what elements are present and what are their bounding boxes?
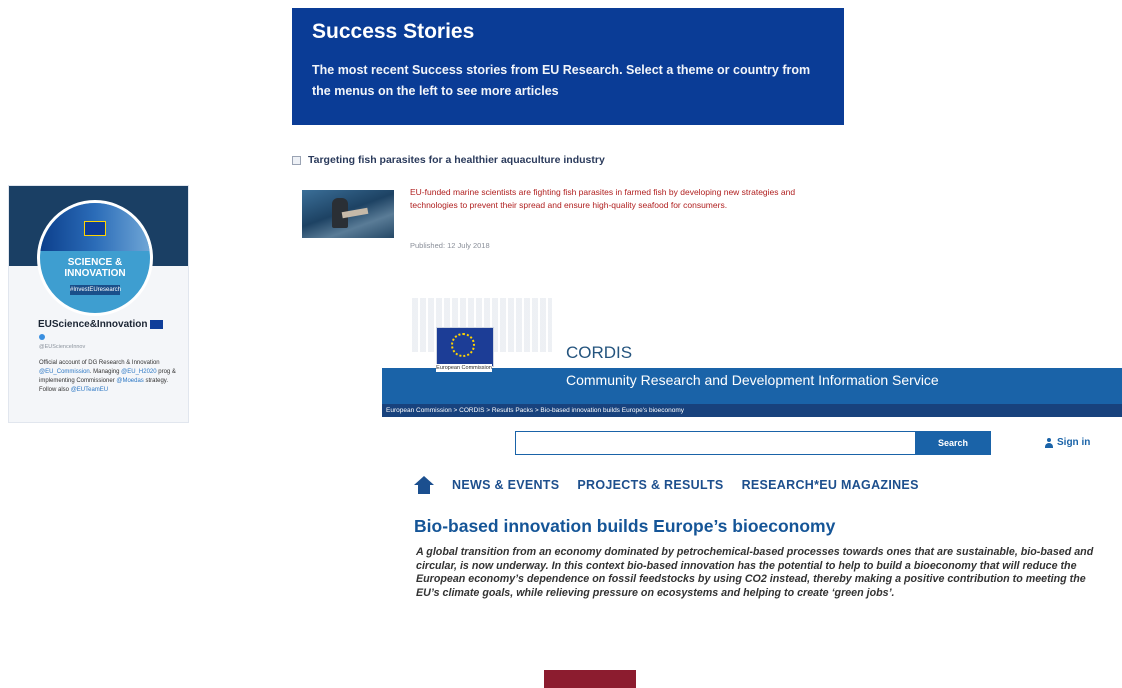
avatar[interactable]: SCIENCE & INNOVATION #InvestEUresearch [37, 200, 153, 316]
article-title-row[interactable]: Targeting fish parasites for a healthier… [292, 154, 605, 166]
twitter-profile-card: SCIENCE & INNOVATION #InvestEUresearch E… [8, 185, 189, 423]
logo-caption: European Commission [436, 364, 492, 372]
article-published-date: Published: 12 July 2018 [410, 241, 490, 250]
article-summary: EU-funded marine scientists are fighting… [410, 187, 796, 210]
cordis-site-subtitle: Community Research and Development Infor… [566, 372, 939, 388]
search-input[interactable] [515, 431, 916, 455]
article-thumbnail-image[interactable] [302, 190, 394, 238]
profile-bio: Official account of DG Research & Innova… [39, 359, 181, 395]
article-checkbox[interactable] [292, 155, 301, 165]
article-card: Targeting fish parasites for a healthier… [292, 150, 844, 254]
avatar-text: SCIENCE & INNOVATION [64, 257, 126, 279]
european-commission-logo[interactable] [436, 327, 494, 367]
main-navigation: NEWS & EVENTS PROJECTS & RESULTS RESEARC… [414, 476, 919, 494]
bio-mention-link[interactable]: @Moedas [116, 378, 143, 384]
bio-text: . Managing [89, 369, 122, 375]
sign-in-label[interactable]: Sign in [1057, 437, 1090, 448]
article-title-link[interactable]: Targeting fish parasites for a healthier… [308, 154, 605, 166]
profile-handle[interactable]: @EUScienceInnov [39, 344, 85, 350]
user-icon [1045, 437, 1053, 448]
search-button[interactable]: Search [915, 431, 991, 455]
profile-name-row: EUScience&Innovation [38, 319, 164, 330]
profile-name[interactable]: EUScience&Innovation [38, 319, 147, 330]
nav-projects-results[interactable]: PROJECTS & RESULTS [577, 478, 723, 492]
bio-mention-link[interactable]: @EUTeamEU [71, 387, 108, 393]
home-icon[interactable] [414, 476, 434, 494]
eu-flag-icon [84, 221, 106, 236]
bio-mention-link[interactable]: @EU_Commission [39, 369, 90, 375]
article-lead-paragraph: A global transition from an economy domi… [416, 546, 1094, 599]
nav-research-eu-magazines[interactable]: RESEARCH*EU MAGAZINES [742, 478, 919, 492]
bio-text: Official account of DG Research & Innova… [39, 360, 160, 366]
eu-flag-emoji-icon [150, 320, 164, 329]
success-stories-title: Success Stories [312, 20, 475, 43]
page-title: Bio-based innovation builds Europe’s bio… [414, 516, 836, 536]
cordis-site-name[interactable]: CORDIS [566, 343, 632, 363]
bio-mention-link[interactable]: @EU_H2020 [121, 369, 156, 375]
sign-in-link[interactable]: Sign in [1045, 437, 1090, 448]
red-button-block[interactable] [544, 670, 636, 688]
success-stories-description: The most recent Success stories from EU … [312, 63, 811, 98]
avatar-hashtag: #InvestEUresearch [70, 285, 122, 295]
verified-dot-icon [39, 334, 45, 340]
nav-news-events[interactable]: NEWS & EVENTS [452, 478, 559, 492]
success-stories-banner: Success Stories The most recent Success … [292, 8, 844, 125]
breadcrumb[interactable]: European Commission > CORDIS > Results P… [382, 404, 1122, 417]
